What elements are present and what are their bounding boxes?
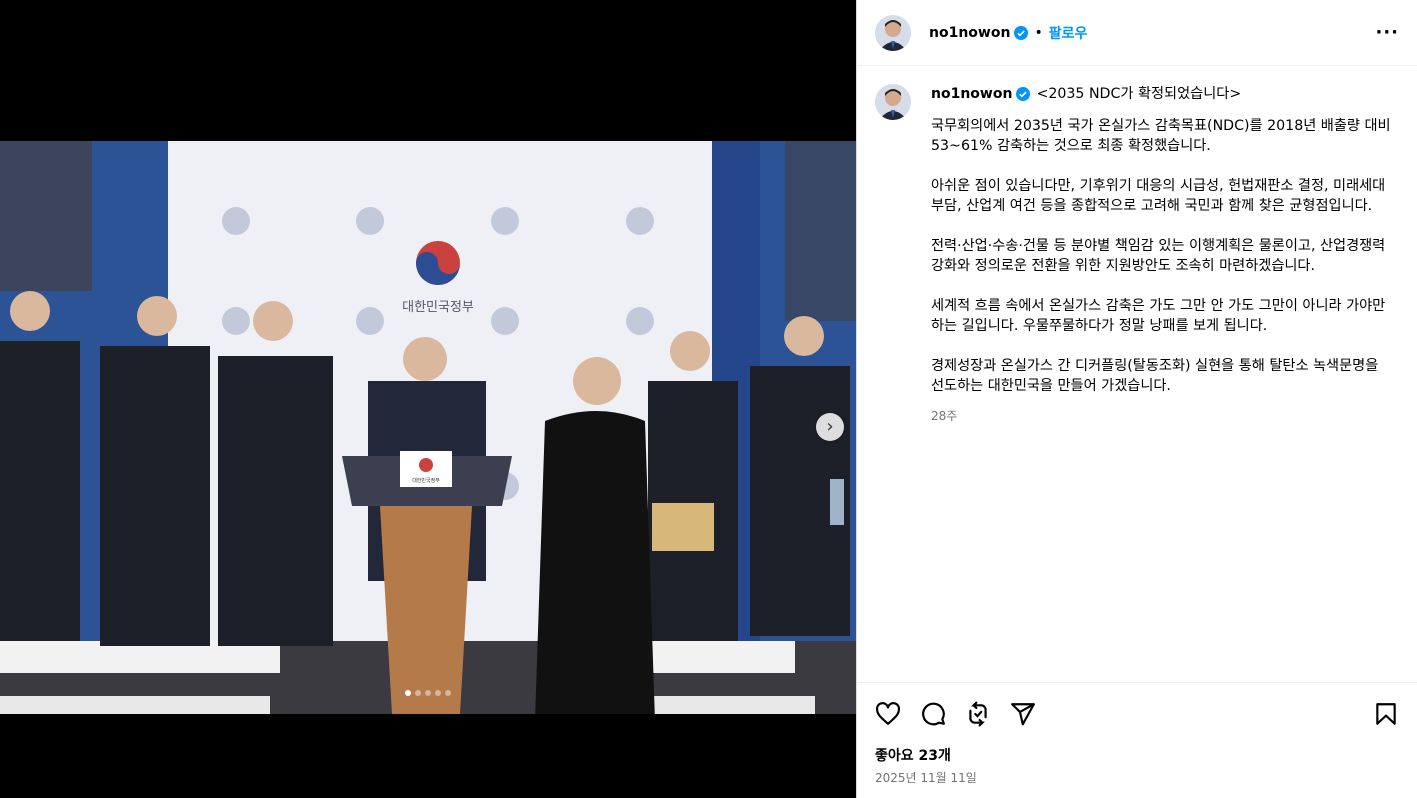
comment-icon[interactable] bbox=[920, 701, 946, 727]
action-bar bbox=[875, 701, 1399, 727]
caption-paragraph: 아쉬운 점이 있습니다만, 기후위기 대응의 시급성, 헌법재판소 결정, 미래… bbox=[931, 178, 1390, 214]
caption: no1nowon <2035 NDC가 확정되었습니다> 국무회의에서 2035… bbox=[875, 84, 1399, 426]
caption-paragraph: 세계적 흐름 속에서 온실가스 감축은 가도 그만 안 가도 그만이 아니라 가… bbox=[931, 298, 1390, 334]
likes-count[interactable]: 좋아요 23개 bbox=[875, 745, 951, 765]
repost-icon[interactable] bbox=[965, 701, 991, 727]
carousel-indicator bbox=[0, 690, 856, 696]
podium-sign-text: 대한민국정부 bbox=[412, 477, 440, 484]
separator-dot: • bbox=[1034, 24, 1043, 41]
carousel-dot bbox=[415, 690, 421, 696]
follow-button[interactable]: 팔로우 bbox=[1049, 23, 1088, 43]
post-footer: 좋아요 23개 2025년 11월 11일 bbox=[857, 682, 1417, 798]
instagram-post-view: 대한민국정부 대한민국정부 › no1nowon • 팔로우 ··· no1no… bbox=[0, 0, 1417, 798]
verified-badge-icon bbox=[1016, 87, 1031, 101]
carousel-dot bbox=[425, 690, 431, 696]
caption-title: <2035 NDC가 확정되었습니다> bbox=[1036, 86, 1242, 102]
caption-header: no1nowon <2035 NDC가 확정되었습니다> bbox=[931, 84, 1399, 104]
caption-username[interactable]: no1nowon bbox=[931, 84, 1012, 104]
avatar[interactable] bbox=[875, 14, 911, 51]
comments-scroll-area[interactable]: no1nowon <2035 NDC가 확정되었습니다> 국무회의에서 2035… bbox=[857, 66, 1417, 682]
verified-badge-icon bbox=[1014, 25, 1029, 40]
chevron-right-icon: › bbox=[826, 416, 834, 437]
carousel-dot bbox=[435, 690, 441, 696]
caption-paragraph: 전력·산업·수송·건물 등 분야별 책임감 있는 이행계획은 물론이고, 산업경… bbox=[931, 238, 1390, 274]
carousel-dot bbox=[405, 690, 411, 696]
post-date[interactable]: 2025년 11월 11일 bbox=[875, 769, 977, 786]
more-horizontal-icon[interactable]: ··· bbox=[1375, 22, 1399, 43]
post-header: no1nowon • 팔로우 ··· bbox=[857, 0, 1417, 66]
carousel-dot bbox=[445, 690, 451, 696]
media-pane: 대한민국정부 대한민국정부 › bbox=[0, 0, 856, 798]
caption-paragraph: 국무회의에서 2035년 국가 온실가스 감축목표(NDC)를 2018년 배출… bbox=[931, 118, 1396, 154]
share-icon[interactable] bbox=[1010, 701, 1036, 727]
post-side-panel: no1nowon • 팔로우 ··· no1nowon <2035 NDC가 확… bbox=[856, 0, 1417, 798]
post-age[interactable]: 28주 bbox=[931, 406, 1399, 426]
post-author-username[interactable]: no1nowon bbox=[929, 25, 1010, 41]
backdrop-logo-text: 대한민국정부 bbox=[402, 300, 474, 315]
bookmark-icon[interactable] bbox=[1373, 701, 1399, 727]
caption-paragraph: 경제성장과 온실가스 간 디커플링(탈동조화) 실현을 통해 탈탄소 녹색문명을… bbox=[931, 358, 1383, 394]
caption-body: no1nowon <2035 NDC가 확정되었습니다> 국무회의에서 2035… bbox=[931, 84, 1399, 426]
avatar[interactable] bbox=[875, 84, 911, 120]
heart-icon[interactable] bbox=[875, 701, 901, 727]
post-photo[interactable]: 대한민국정부 대한민국정부 bbox=[0, 141, 856, 714]
carousel-next-button[interactable]: › bbox=[816, 413, 844, 441]
